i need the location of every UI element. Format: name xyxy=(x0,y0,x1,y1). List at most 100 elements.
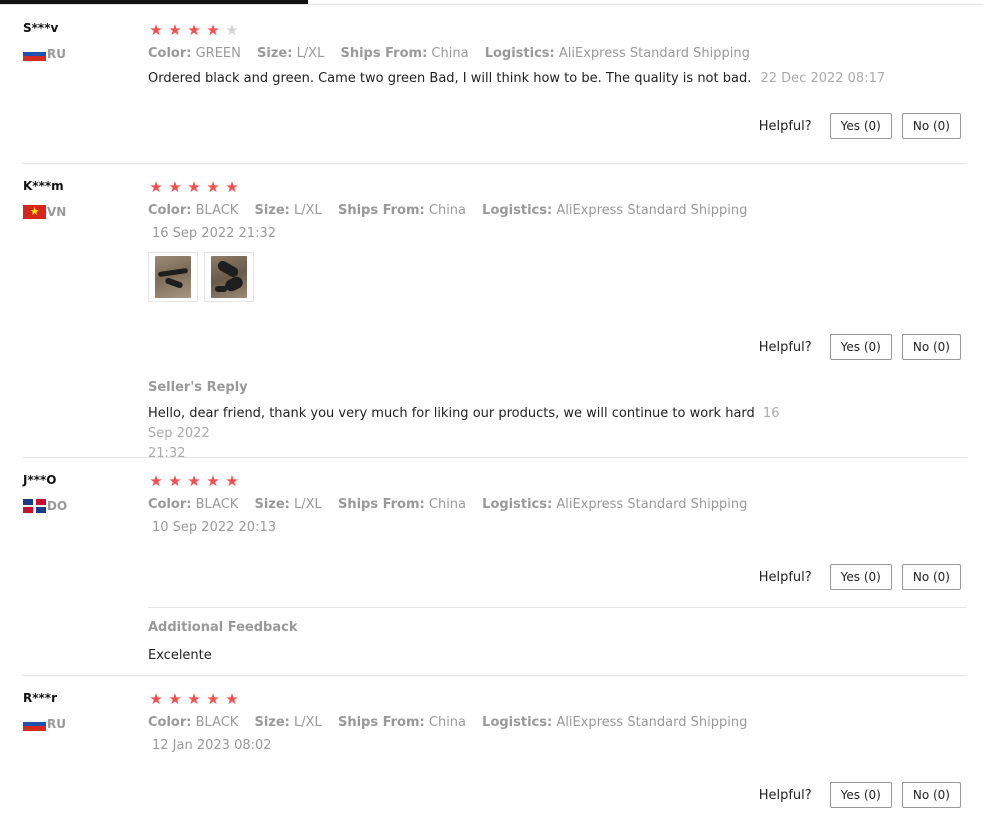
helpful-no-button[interactable]: No (0) xyxy=(901,334,961,360)
review-date: 12 Jan 2023 08:02 xyxy=(152,738,272,753)
reviewer-name: R***r xyxy=(23,691,57,705)
review-divider xyxy=(22,675,967,676)
star-filled-icon: ★ xyxy=(206,690,220,708)
star-filled-icon: ★ xyxy=(187,472,201,490)
tab-strip xyxy=(0,0,983,6)
star-filled-icon: ★ xyxy=(206,21,220,39)
order-attributes: Color: BLACK Size: L/XL Ships From: Chin… xyxy=(148,497,748,512)
size-value: L/XL xyxy=(294,203,322,218)
reviewer-name: S***v xyxy=(23,21,59,35)
helpful-no-button[interactable]: No (0) xyxy=(901,564,961,590)
star-filled-icon: ★ xyxy=(168,21,182,39)
feedback-divider xyxy=(148,607,967,608)
star-filled-icon: ★ xyxy=(149,690,163,708)
reviewer-country: RU xyxy=(23,47,66,61)
star-filled-icon: ★ xyxy=(187,690,201,708)
color-value: BLACK xyxy=(195,497,239,512)
order-attributes: Color: GREEN Size: L/XL Ships From: Chin… xyxy=(148,46,750,61)
additional-feedback-title: Additional Feedback xyxy=(148,620,298,635)
helpful-label: Helpful? xyxy=(758,118,812,134)
review-date: 22 Dec 2022 08:17 xyxy=(760,71,886,86)
helpful-vote: Helpful? Yes (0) No (0) xyxy=(759,564,961,590)
additional-feedback-text: Excelente xyxy=(148,648,212,663)
helpful-label: Helpful? xyxy=(758,569,812,585)
star-rating: ★ ★ ★ ★ ★ xyxy=(148,472,759,490)
seller-reply-body: Hello, dear friend, thank you very much … xyxy=(148,406,755,421)
helpful-label: Helpful? xyxy=(758,787,812,803)
helpful-no-button[interactable]: No (0) xyxy=(901,782,961,808)
star-filled-icon: ★ xyxy=(225,472,239,490)
star-filled-icon: ★ xyxy=(225,690,239,708)
helpful-yes-button[interactable]: Yes (0) xyxy=(829,564,892,590)
seller-reply-title: Seller's Reply xyxy=(148,380,248,395)
size-value: L/XL xyxy=(294,497,322,512)
ships-from-value: China xyxy=(428,715,467,730)
review-text: Ordered black and green. Came two green … xyxy=(148,71,752,86)
country-code: DO xyxy=(47,499,68,513)
country-code: RU xyxy=(47,47,66,61)
star-filled-icon: ★ xyxy=(187,21,201,39)
star-filled-icon: ★ xyxy=(168,690,182,708)
size-value: L/XL xyxy=(296,46,325,61)
seller-reply-time: 21:32 xyxy=(148,446,186,461)
helpful-yes-button[interactable]: Yes (0) xyxy=(829,782,892,808)
additional-feedback: Additional Feedback Excelente xyxy=(148,620,808,666)
star-rating: ★ ★ ★ ★ ★ xyxy=(148,178,759,196)
star-filled-icon: ★ xyxy=(225,178,239,196)
reviewer-country: RU xyxy=(23,717,66,731)
star-empty-icon: ★ xyxy=(225,21,239,39)
color-value: BLACK xyxy=(195,715,239,730)
russia-flag-icon xyxy=(23,717,46,731)
star-filled-icon: ★ xyxy=(168,472,182,490)
vietnam-flag-icon: ★ xyxy=(23,205,46,219)
review-photo-thumbnail[interactable] xyxy=(148,252,198,302)
review-photos xyxy=(148,252,759,302)
star-filled-icon: ★ xyxy=(168,178,182,196)
reviewer-country: DO xyxy=(23,499,67,513)
helpful-yes-button[interactable]: Yes (0) xyxy=(829,334,892,360)
logistics-value: AliExpress Standard Shipping xyxy=(556,497,748,512)
reviewer-info: R***r RU xyxy=(23,691,66,731)
review-date: 16 Sep 2022 21:32 xyxy=(152,226,276,241)
size-value: L/XL xyxy=(294,715,322,730)
reviewer-info: J***O DO xyxy=(23,473,67,513)
country-code: RU xyxy=(47,717,66,731)
reviewer-info: S***v RU xyxy=(23,21,66,61)
seller-reply: Seller's Reply Hello, dear friend, thank… xyxy=(148,380,808,464)
reviewer-country: ★ VN xyxy=(23,205,66,219)
logistics-value: AliExpress Standard Shipping xyxy=(556,715,748,730)
color-value: BLACK xyxy=(195,203,239,218)
star-filled-icon: ★ xyxy=(206,472,220,490)
logistics-value: AliExpress Standard Shipping xyxy=(558,46,750,61)
ships-from-value: China xyxy=(431,46,469,61)
helpful-yes-button[interactable]: Yes (0) xyxy=(829,113,892,139)
dominican-republic-flag-icon xyxy=(23,499,46,513)
seller-reply-text: Hello, dear friend, thank you very much … xyxy=(148,404,808,464)
star-rating: ★ ★ ★ ★ ★ xyxy=(148,690,759,708)
helpful-vote: Helpful? Yes (0) No (0) xyxy=(759,334,961,360)
country-code: VN xyxy=(47,205,67,219)
color-value: GREEN xyxy=(195,46,241,61)
reviewer-name: J***O xyxy=(23,473,57,487)
ships-from-value: China xyxy=(428,203,467,218)
order-attributes: Color: BLACK Size: L/XL Ships From: Chin… xyxy=(148,203,748,218)
helpful-label: Helpful? xyxy=(758,339,812,355)
star-filled-icon: ★ xyxy=(149,178,163,196)
star-filled-icon: ★ xyxy=(206,178,220,196)
helpful-no-button[interactable]: No (0) xyxy=(901,113,961,139)
reviewer-name: K***m xyxy=(23,179,64,193)
russia-flag-icon xyxy=(23,47,46,61)
star-rating: ★ ★ ★ ★ ★ xyxy=(148,21,885,39)
review-photo-thumbnail[interactable] xyxy=(204,252,254,302)
review-divider xyxy=(22,457,967,458)
review-text-line: Ordered black and green. Came two green … xyxy=(148,70,885,88)
review-date: 10 Sep 2022 20:13 xyxy=(152,520,276,535)
tab-divider xyxy=(0,4,983,5)
helpful-vote: Helpful? Yes (0) No (0) xyxy=(759,782,961,808)
order-attributes: Color: BLACK Size: L/XL Ships From: Chin… xyxy=(148,715,748,730)
star-filled-icon: ★ xyxy=(149,472,163,490)
helpful-vote: Helpful? Yes (0) No (0) xyxy=(759,113,961,139)
star-filled-icon: ★ xyxy=(187,178,201,196)
review-divider xyxy=(22,163,967,164)
ships-from-value: China xyxy=(428,497,467,512)
